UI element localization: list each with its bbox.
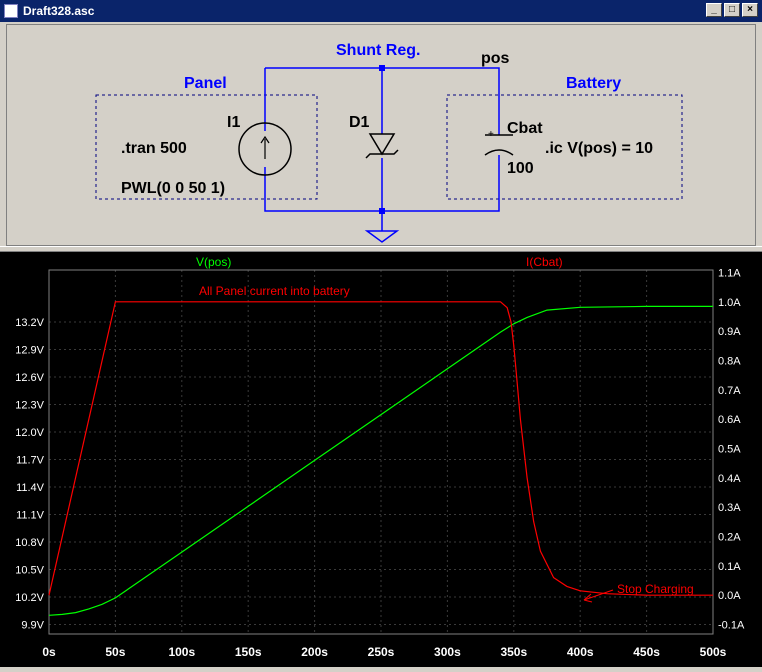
y-left-tick-label: 10.8V xyxy=(15,537,44,549)
trace-label-icbat[interactable]: I(Cbat) xyxy=(526,255,563,269)
label-tran-directive: .tran 500 xyxy=(121,140,187,157)
y-right-tick-label: 0.8A xyxy=(718,356,741,368)
x-tick-label: 400s xyxy=(567,645,594,659)
trace-label-vpos[interactable]: V(pos) xyxy=(196,255,231,269)
y-right-tick-label: 0.2A xyxy=(718,532,741,544)
maximize-button[interactable]: □ xyxy=(724,3,740,17)
y-right-tick-label: -0.1A xyxy=(718,620,745,632)
capacitor-plate-bottom xyxy=(484,149,514,156)
y-right-tick-label: 0.4A xyxy=(718,473,741,485)
x-tick-label: 250s xyxy=(368,645,395,659)
waveform-pane[interactable]: 0s 50s 100s 150s 200s 250s 300s 350s 400s 450s 500… xyxy=(0,252,762,667)
x-tick-label: 350s xyxy=(500,645,527,659)
app-icon xyxy=(4,4,18,18)
minimize-button[interactable]: _ xyxy=(706,3,722,17)
window-titlebar: Draft328.asc _ □ × xyxy=(0,0,762,22)
y-left-tick-label: 11.4V xyxy=(16,482,45,494)
window-title: Draft328.asc xyxy=(23,4,95,18)
x-tick-label: 0s xyxy=(42,645,56,659)
annotation-stop-charging: Stop Charging xyxy=(617,582,694,596)
y-left-tick-label: 12.3V xyxy=(15,400,44,412)
y-right-tick-label: 1.1A xyxy=(718,268,741,280)
y-left-tick-label: 10.2V xyxy=(15,592,44,604)
y-left-tick-label: 12.9V xyxy=(15,345,44,357)
y-left-tick-label: 13.2V xyxy=(15,317,44,329)
zener-diode-icon xyxy=(368,133,396,156)
y-right-tick-label: 0.0A xyxy=(718,590,741,602)
y-left-tick-label: 10.5V xyxy=(15,565,44,577)
label-pos-node: pos xyxy=(481,50,510,67)
x-tick-label: 50s xyxy=(105,645,125,659)
y-right-tick-label: 0.5A xyxy=(718,444,741,456)
annotation-panel-current: All Panel current into battery xyxy=(199,284,350,298)
y-right-tick-label: 0.9A xyxy=(718,326,741,338)
label-i1: I1 xyxy=(227,114,240,131)
y-left-tick-label: 9.9V xyxy=(21,620,44,632)
y-left-tick-label: 12.0V xyxy=(15,427,44,439)
ground-icon xyxy=(364,230,400,243)
y-left-tick-label: 11.7V xyxy=(16,455,45,467)
label-shunt-reg: Shunt Reg. xyxy=(336,42,420,59)
window-controls: _ □ × xyxy=(706,3,758,17)
y-right-tick-label: 0.7A xyxy=(718,385,741,397)
y-right-tick-label: 0.6A xyxy=(718,414,741,426)
label-ic-directive: .ic V(pos) = 10 xyxy=(545,140,653,157)
y-left-tick-label: 11.1V xyxy=(16,510,45,522)
junction-bottom xyxy=(379,208,385,214)
y-right-tick-label: 0.1A xyxy=(718,561,741,573)
y-right-tick-label: 1.0A xyxy=(718,297,741,309)
junction-top xyxy=(379,65,385,71)
label-pwl: PWL(0 0 50 1) xyxy=(121,180,225,197)
capacitor-plus: + xyxy=(488,129,494,140)
y-right-tick-label: 0.3A xyxy=(718,502,741,514)
label-cap-value: 100 xyxy=(507,160,534,177)
schematic-canvas: Panel Shunt Reg. pos Battery I1 D1 Cbat … xyxy=(95,42,683,243)
x-tick-label: 500s xyxy=(700,645,727,659)
waveform-canvas: 0s 50s 100s 150s 200s 250s 300s 350s 400s 450s 500… xyxy=(0,252,762,667)
label-d1: D1 xyxy=(349,114,370,131)
label-cbat: Cbat xyxy=(507,120,543,137)
x-tick-label: 100s xyxy=(168,645,195,659)
label-battery: Battery xyxy=(566,75,621,92)
x-tick-label: 150s xyxy=(235,645,262,659)
close-button[interactable]: × xyxy=(742,3,758,17)
schematic-pane[interactable]: Panel Shunt Reg. pos Battery I1 D1 Cbat … xyxy=(6,24,756,246)
zener-diode-bar xyxy=(365,149,399,159)
x-tick-label: 300s xyxy=(434,645,461,659)
y-left-tick-label: 12.6V xyxy=(15,372,44,384)
x-tick-label: 200s xyxy=(301,645,328,659)
x-tick-label: 450s xyxy=(633,645,660,659)
label-panel: Panel xyxy=(184,75,227,92)
